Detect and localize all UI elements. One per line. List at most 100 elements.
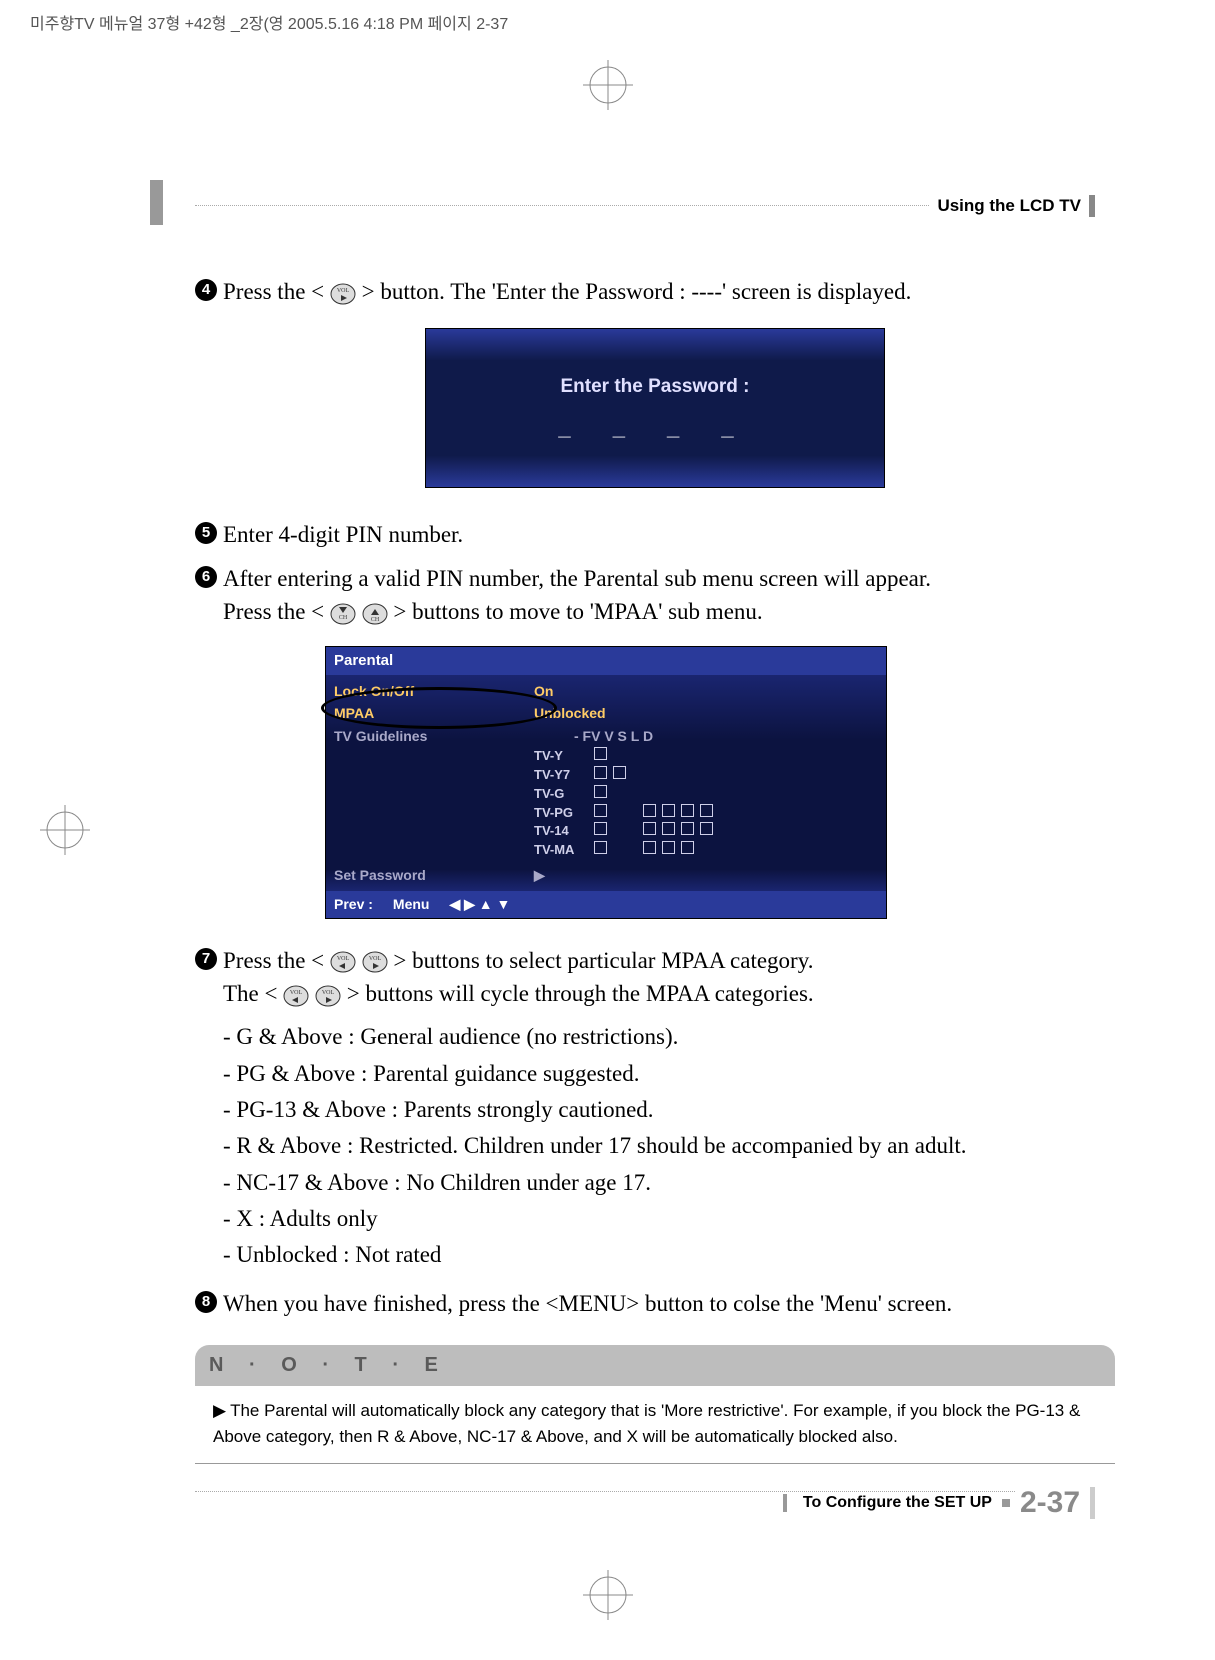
row-setpassword: Set Password ▶	[326, 864, 886, 886]
section-header-text: Using the LCD TV	[929, 196, 1081, 216]
value: - FV V S L D	[574, 726, 653, 746]
label: TV-Y	[534, 747, 594, 766]
ch-down-icon: CH	[330, 603, 356, 625]
text: > buttons to move to 'MPAA' sub menu.	[393, 599, 762, 624]
step-6: 6 After entering a valid PIN number, the…	[195, 562, 1115, 629]
checkbox-icon	[681, 841, 694, 854]
checkbox-icon	[700, 822, 713, 835]
step-bullet: 8	[195, 1291, 217, 1313]
side-marker	[150, 180, 163, 225]
label: TV-MA	[534, 841, 594, 860]
grid-tv-ma: TV-MA	[326, 841, 886, 860]
svg-text:CH: CH	[370, 617, 379, 623]
content-area: 4 Press the < VOL > button. The 'Enter t…	[195, 275, 1115, 1464]
step-5-text: Enter 4-digit PIN number.	[223, 518, 1115, 551]
text: After entering a valid PIN number, the P…	[223, 566, 931, 591]
note-body: ▶The Parental will automatically block a…	[195, 1386, 1115, 1464]
label: TV-G	[534, 785, 594, 804]
checkbox-icon	[594, 785, 607, 798]
grid-tv-14: TV-14	[326, 822, 886, 841]
page-number: 2-37	[1020, 1486, 1080, 1520]
ch-up-icon: CH	[362, 603, 388, 625]
step-7-text: Press the < VOL VOL > buttons to select …	[223, 944, 1115, 1011]
section-header: Using the LCD TV	[929, 195, 1095, 217]
checkbox-icon	[594, 841, 607, 854]
step-5: 5 Enter 4-digit PIN number.	[195, 518, 1115, 551]
checkbox-icon	[613, 766, 626, 779]
text: > button. The 'Enter the Password : ----…	[362, 279, 912, 304]
grid-tv-g: TV-G	[326, 785, 886, 804]
svg-text:VOL: VOL	[368, 956, 381, 962]
step-8-text: When you have finished, press the <MENU>…	[223, 1287, 1115, 1320]
row-lock: Lock On/Off On	[326, 680, 886, 702]
arrow-icons: ◀ ▶ ▲ ▼	[449, 894, 510, 914]
password-title: Enter the Password :	[561, 373, 750, 401]
step-bullet: 7	[195, 948, 217, 970]
note-title: N · O · T · E	[195, 1345, 1115, 1386]
rating-item: - Unblocked : Not rated	[223, 1238, 1115, 1271]
checkbox-icon	[594, 822, 607, 835]
manual-page: 미주향TV 메뉴얼 37형 +42형 _2장(영 2005.5.16 4:18 …	[0, 0, 1215, 1660]
print-crop-header: 미주향TV 메뉴얼 37형 +42형 _2장(영 2005.5.16 4:18 …	[30, 10, 508, 34]
header-end-bar	[1089, 195, 1095, 217]
password-panel: Enter the Password : _ _ _ _	[425, 328, 885, 488]
checkbox-icon	[662, 841, 675, 854]
checkbox-icon	[594, 747, 607, 760]
row-tvguidelines: TV Guidelines - FV V S L D	[326, 725, 886, 747]
label: TV-14	[534, 822, 594, 841]
checkbox-icon	[594, 766, 607, 779]
rating-item: - X : Adults only	[223, 1202, 1115, 1235]
value: Unblocked	[534, 703, 606, 723]
grid-tv-y7: TV-Y7	[326, 766, 886, 785]
page-end-bar	[1090, 1487, 1095, 1519]
checkbox-icon	[643, 822, 656, 835]
step-bullet: 6	[195, 566, 217, 588]
checkbox-icon	[662, 822, 675, 835]
checkbox-icon	[700, 804, 713, 817]
step-6-text: After entering a valid PIN number, the P…	[223, 562, 1115, 629]
step-4-text: Press the < VOL > button. The 'Enter the…	[223, 275, 1115, 308]
label: TV Guidelines	[334, 726, 534, 746]
crop-mark-bottom	[583, 1570, 633, 1620]
page-footer: To Configure the SET UP 2-37	[783, 1486, 1095, 1520]
row-mpaa: MPAA Unblocked	[326, 702, 886, 724]
rating-item: - G & Above : General audience (no restr…	[223, 1020, 1115, 1053]
checkbox-icon	[594, 804, 607, 817]
step-8: 8 When you have finished, press the <MEN…	[195, 1287, 1115, 1320]
parental-panel: Parental Lock On/Off On MPAA Unblocked T…	[325, 646, 887, 918]
note-box: N · O · T · E ▶The Parental will automat…	[195, 1345, 1115, 1464]
svg-text:VOL: VOL	[337, 288, 350, 294]
menu-label: Menu	[393, 894, 430, 914]
step-4: 4 Press the < VOL > button. The 'Enter t…	[195, 275, 1115, 308]
rating-item: - PG & Above : Parental guidance suggest…	[223, 1057, 1115, 1090]
checkbox-icon	[662, 804, 675, 817]
checkbox-icon	[643, 804, 656, 817]
prev-label: Prev :	[334, 894, 373, 914]
parental-body: Lock On/Off On MPAA Unblocked TV Guideli…	[326, 675, 886, 891]
parental-title: Parental	[326, 647, 886, 675]
text: > buttons to select particular MPAA cate…	[393, 948, 813, 973]
crop-mark-top	[583, 60, 633, 110]
label: Lock On/Off	[334, 681, 534, 701]
ratings-list: - G & Above : General audience (no restr…	[223, 1020, 1115, 1271]
vol-left-icon: VOL	[330, 951, 356, 973]
svg-text:CH: CH	[339, 615, 348, 621]
checkbox-icon	[643, 841, 656, 854]
grid-tv-y: TV-Y	[326, 747, 886, 766]
rating-item: - NC-17 & Above : No Children under age …	[223, 1166, 1115, 1199]
text: Press the <	[223, 599, 324, 624]
checkbox-icon	[681, 804, 694, 817]
label: TV-PG	[534, 804, 594, 823]
note-text: The Parental will automatically block an…	[213, 1401, 1080, 1446]
text: > buttons will cycle through the MPAA ca…	[347, 981, 814, 1006]
svg-text:VOL: VOL	[322, 990, 335, 996]
grid-tv-pg: TV-PG	[326, 804, 886, 823]
vol-left-icon: VOL	[283, 985, 309, 1007]
vol-right-icon: VOL	[315, 985, 341, 1007]
vol-right-icon: VOL	[330, 283, 356, 305]
footer-tick	[783, 1494, 787, 1512]
text: Press the <	[223, 279, 324, 304]
svg-text:VOL: VOL	[337, 956, 350, 962]
text: The <	[223, 981, 277, 1006]
text: Press the <	[223, 948, 324, 973]
